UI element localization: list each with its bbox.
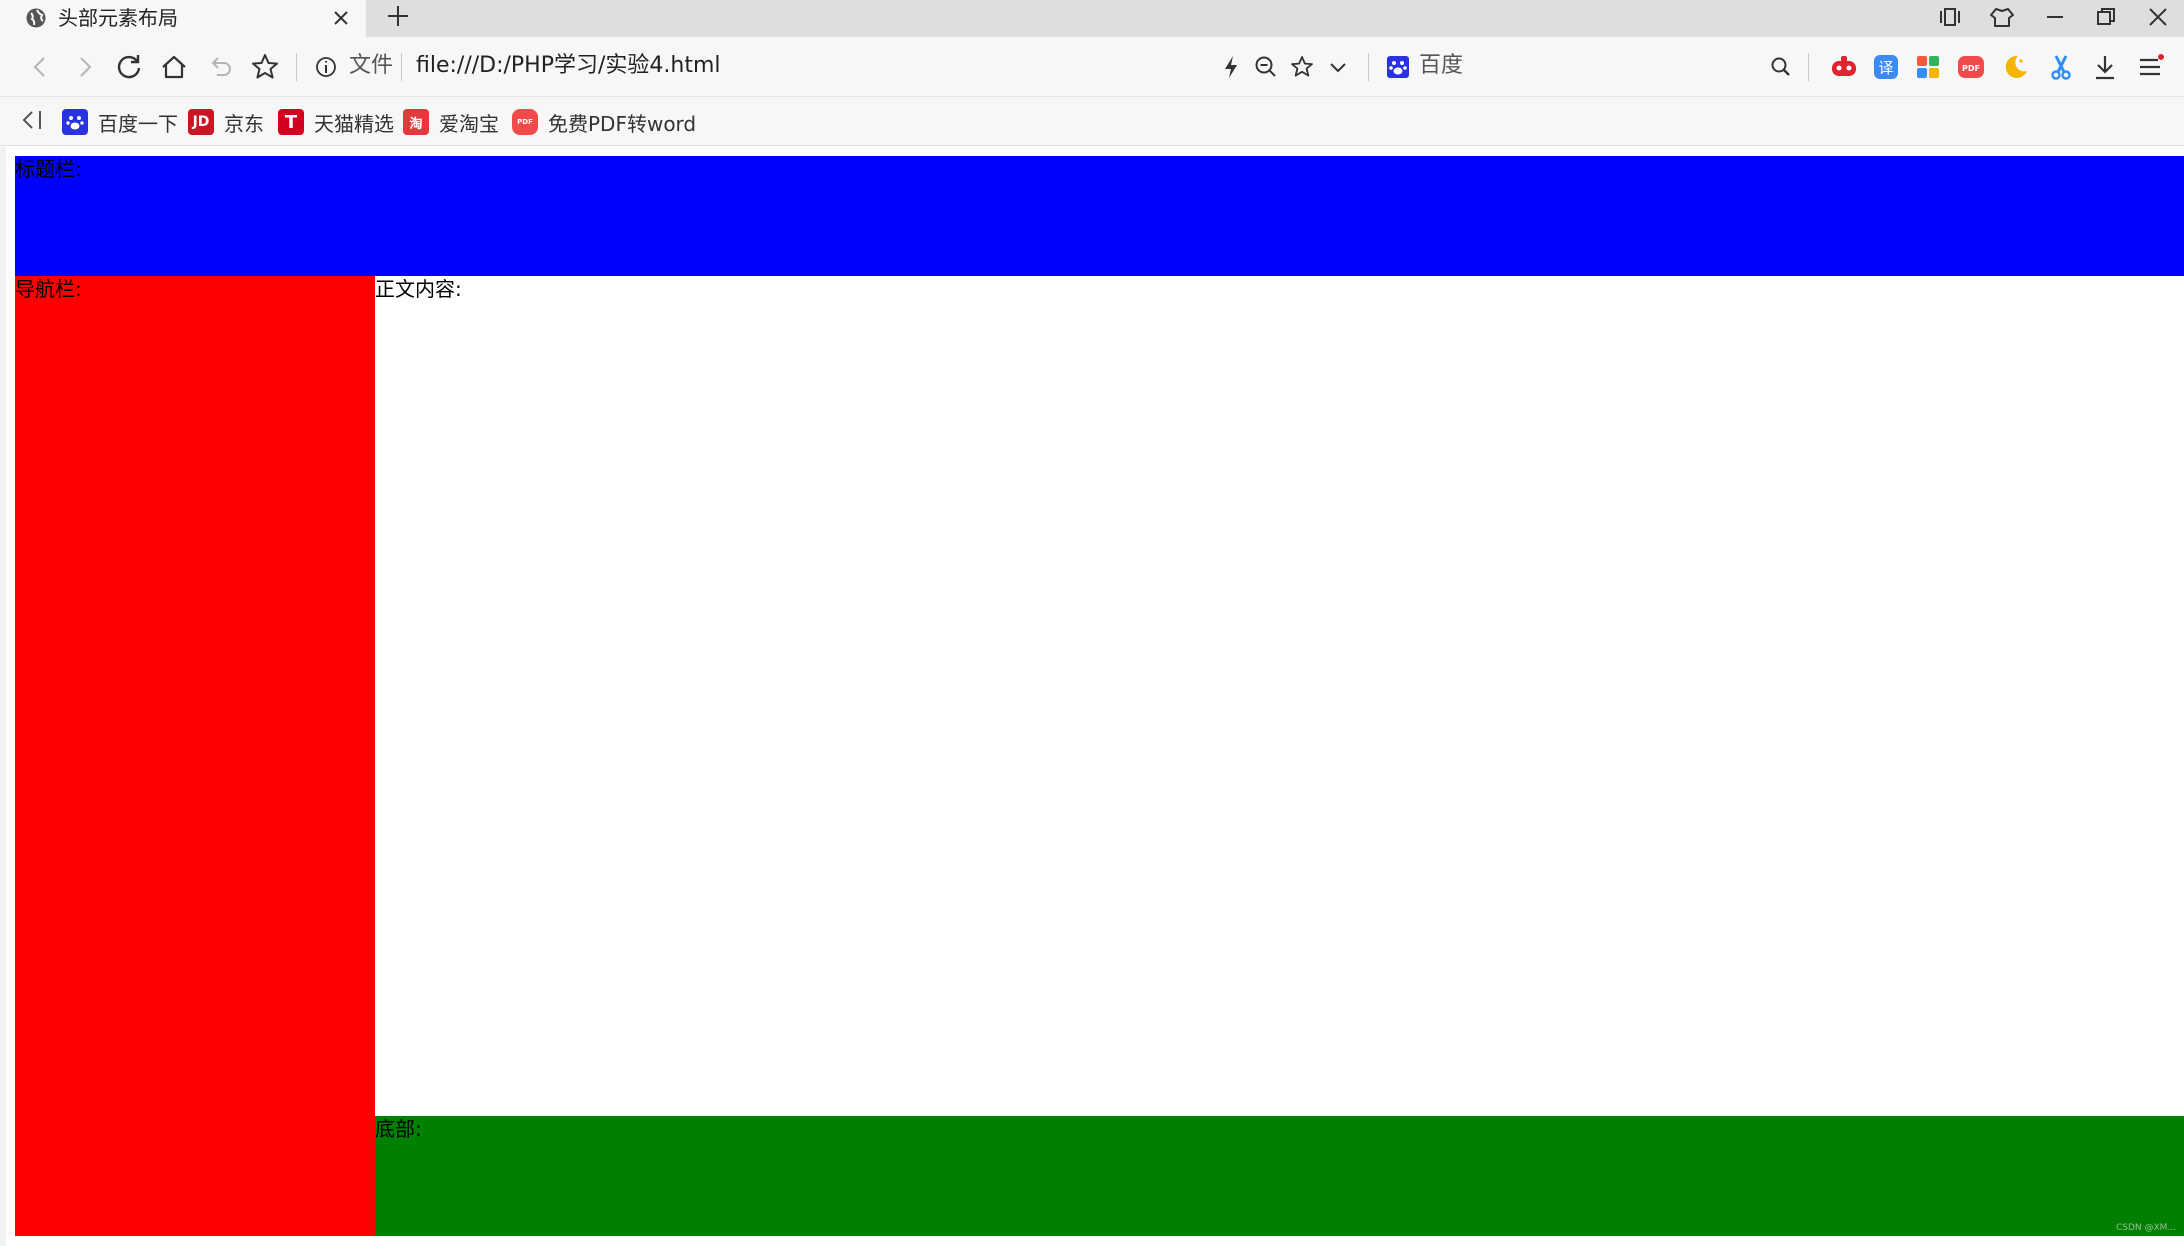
download-icon[interactable] [2090, 52, 2120, 82]
undo-close-icon[interactable] [203, 50, 237, 84]
forward-icon[interactable] [67, 50, 101, 84]
skin-icon[interactable] [1987, 2, 2017, 32]
back-icon[interactable] [24, 50, 58, 84]
bookmark-pdf[interactable]: PDF 免费PDF转word [512, 107, 696, 137]
chevron-down-icon[interactable] [1321, 50, 1355, 84]
tab-bar: 头部元素布局 [0, 0, 2184, 37]
bookmark-jd[interactable]: JD 京东 [188, 107, 264, 137]
page-left-edge [0, 147, 6, 1246]
close-window-icon[interactable] [2143, 2, 2173, 32]
pdf-icon: PDF [512, 109, 538, 135]
svg-text:译: 译 [1878, 59, 1893, 77]
collapse-sidebar-icon[interactable] [18, 105, 48, 135]
baidu-paw-icon [62, 109, 88, 135]
bookmark-label: 爱淘宝 [439, 111, 499, 136]
search-icon[interactable] [1764, 50, 1798, 84]
jd-icon: JD [188, 109, 214, 135]
watermark: CSDN @XM... [2115, 1223, 2176, 1233]
close-tab-icon[interactable] [329, 6, 353, 30]
new-tab-icon[interactable] [384, 2, 412, 30]
content-block: 正文内容: [375, 276, 2184, 1116]
search-engine-label[interactable]: 百度 [1419, 51, 1463, 81]
footer-block: 底部: CSDN @XM... [375, 1116, 2184, 1236]
active-tab[interactable]: 头部元素布局 [0, 0, 366, 37]
header-label: 标题栏: [15, 157, 82, 181]
menu-icon[interactable] [2136, 52, 2166, 82]
nav-block: 导航栏: [15, 276, 375, 1236]
bookmark-label: 京东 [224, 111, 264, 136]
svg-text:PDF: PDF [1962, 64, 1980, 73]
url-field[interactable]: file:///D:/PHP学习/实验4.html [416, 51, 721, 81]
restore-icon[interactable] [2091, 2, 2121, 32]
bookmark-label: 百度一下 [98, 111, 178, 136]
screenshot-scissors-icon[interactable] [2046, 52, 2076, 82]
tab-title: 头部元素布局 [58, 6, 178, 30]
search-divider [1368, 53, 1369, 81]
translate-icon[interactable]: 译 [1871, 52, 1901, 82]
info-icon[interactable] [309, 50, 343, 84]
zoom-out-icon[interactable] [1249, 50, 1283, 84]
sidebar-toggle-icon[interactable] [1935, 2, 1965, 32]
header-block: 标题栏: [15, 156, 2184, 276]
refresh-icon[interactable] [112, 50, 146, 84]
toolbar-divider [296, 53, 297, 81]
footer-label: 底部: [375, 1117, 422, 1141]
bookmark-star-icon[interactable] [1285, 50, 1319, 84]
night-mode-icon[interactable] [2000, 52, 2030, 82]
file-scheme-label: 文件 [349, 53, 394, 78]
address-toolbar: 文件 file:///D:/PHP学习/实验4.html 百度 译 PDF [0, 37, 2184, 97]
bookmark-taobao[interactable]: 淘 爱淘宝 [403, 107, 499, 137]
address-divider [401, 53, 402, 81]
page-layout: 标题栏: 导航栏: 正文内容: 底部: CSDN @XM... [15, 156, 2184, 1236]
bookmark-baidu[interactable]: 百度一下 [62, 107, 178, 137]
bookmarks-bar: 百度一下 JD 京东 T 天猫精选 淘 爱淘宝 PDF 免费PDF转word [0, 97, 2184, 146]
favorite-star-icon[interactable] [248, 50, 282, 84]
taobao-icon: 淘 [403, 109, 429, 135]
globe-icon [25, 7, 47, 29]
bookmark-label: 天猫精选 [314, 111, 394, 136]
bookmark-tmall[interactable]: T 天猫精选 [278, 107, 394, 137]
bookmark-label: 免费PDF转word [548, 111, 697, 136]
speed-mode-icon[interactable] [1214, 50, 1248, 84]
extensions-divider [1808, 53, 1809, 81]
game-icon[interactable] [1829, 52, 1859, 82]
home-icon[interactable] [157, 50, 191, 84]
tmall-icon: T [278, 109, 304, 135]
baidu-paw-icon[interactable] [1381, 50, 1415, 84]
content-label: 正文内容: [375, 277, 462, 301]
nav-label: 导航栏: [15, 277, 82, 301]
page-viewport: 标题栏: 导航栏: 正文内容: 底部: CSDN @XM... [0, 147, 2184, 1246]
pdf-tool-icon[interactable]: PDF [1956, 52, 1986, 82]
minimize-icon[interactable] [2040, 2, 2070, 32]
apps-grid-icon[interactable] [1913, 52, 1943, 82]
